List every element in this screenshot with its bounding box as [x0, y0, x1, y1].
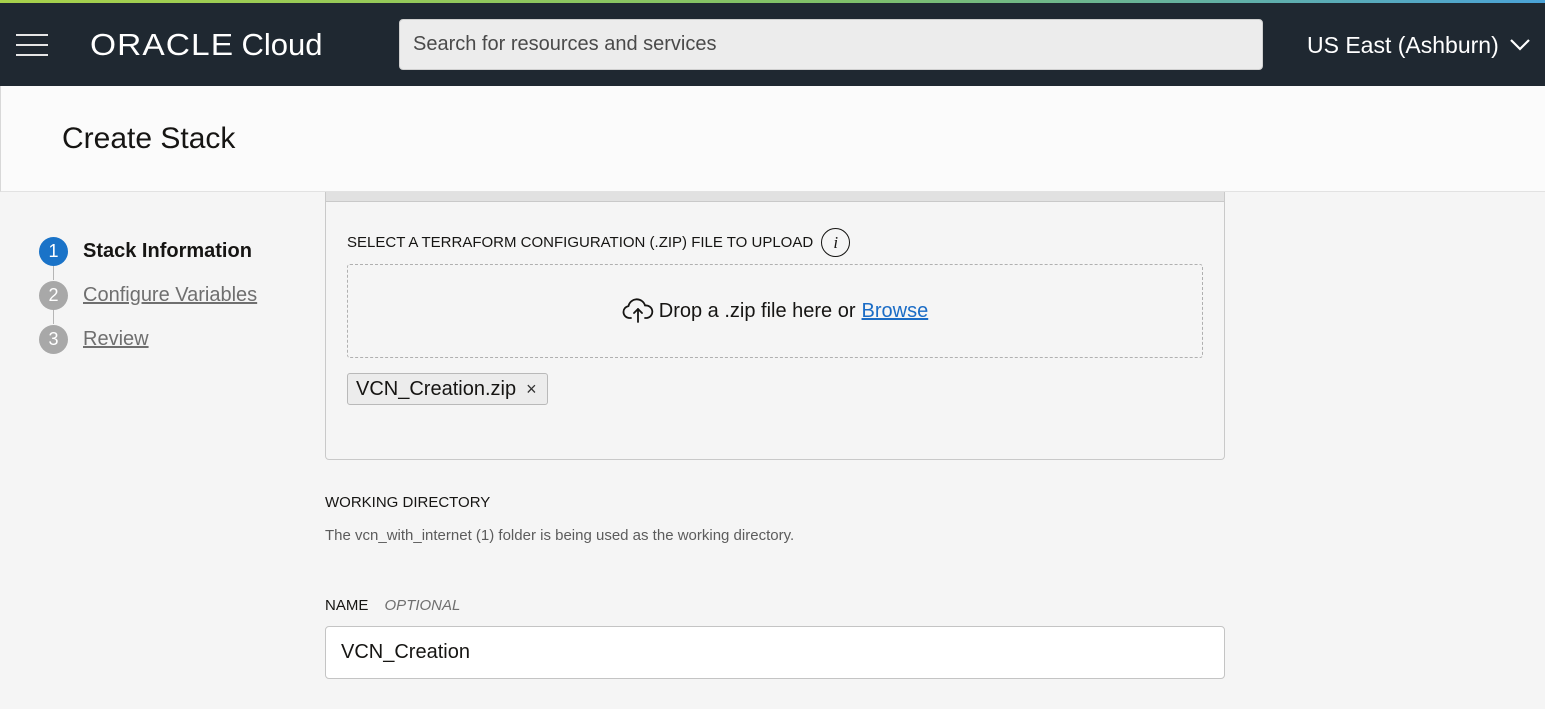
optional-tag: OPTIONAL	[384, 597, 461, 614]
browse-link[interactable]: Browse	[862, 300, 929, 323]
cloud-upload-icon	[622, 298, 653, 323]
dropzone-text: Drop a .zip file here or	[658, 299, 856, 322]
step-number: 1	[39, 236, 68, 266]
name-input[interactable]	[326, 627, 1224, 678]
info-icon[interactable]: i	[821, 228, 851, 257]
step-number: 3	[39, 324, 68, 354]
file-dropzone[interactable]: Drop a .zip file here or Browse	[347, 264, 1203, 358]
region-selector[interactable]: US East (Ashburn)	[1307, 29, 1531, 61]
upload-field-label: SELECT A TERRAFORM CONFIGURATION (.ZIP) …	[347, 228, 851, 257]
step-connector	[53, 309, 54, 324]
logo-brand-text: ORACLE	[90, 27, 235, 62]
step-label: Stack Information	[83, 239, 252, 262]
name-field[interactable]	[325, 626, 1225, 679]
menu-icon[interactable]	[16, 34, 48, 56]
step-configure-variables[interactable]: 2 Configure Variables	[39, 280, 257, 310]
step-label[interactable]: Configure Variables	[83, 284, 257, 307]
panel-top-strip	[326, 192, 1224, 202]
file-name: VCN_Creation.zip	[356, 377, 517, 400]
step-label[interactable]: Review	[83, 328, 149, 351]
upload-label-text: SELECT A TERRAFORM CONFIGURATION (.ZIP) …	[347, 234, 814, 251]
top-navigation-bar: ORACLE Cloud US East (Ashburn)	[0, 3, 1545, 86]
logo-product-text: Cloud	[241, 27, 323, 62]
step-review[interactable]: 3 Review	[39, 324, 149, 354]
chevron-down-icon	[1509, 39, 1530, 51]
search-box[interactable]	[399, 19, 1263, 70]
step-connector	[53, 265, 54, 280]
uploaded-file-chip: VCN_Creation.zip ×	[347, 373, 548, 405]
working-directory-description: The vcn_with_internet (1) folder is bein…	[325, 527, 795, 544]
page-title: Create Stack	[62, 122, 236, 155]
working-directory-label: WORKING DIRECTORY	[325, 494, 491, 511]
terraform-upload-panel: SELECT A TERRAFORM CONFIGURATION (.ZIP) …	[325, 192, 1225, 460]
step-number: 2	[39, 280, 68, 310]
name-label-text: NAME	[325, 597, 369, 614]
step-stack-information[interactable]: 1 Stack Information	[39, 236, 252, 266]
name-field-label: NAME OPTIONAL	[325, 597, 460, 614]
page-header: Create Stack	[0, 86, 1545, 192]
region-label: US East (Ashburn)	[1307, 31, 1499, 58]
search-input[interactable]	[400, 20, 1262, 69]
oracle-cloud-logo[interactable]: ORACLE Cloud	[90, 27, 322, 63]
close-icon[interactable]: ×	[526, 379, 537, 400]
